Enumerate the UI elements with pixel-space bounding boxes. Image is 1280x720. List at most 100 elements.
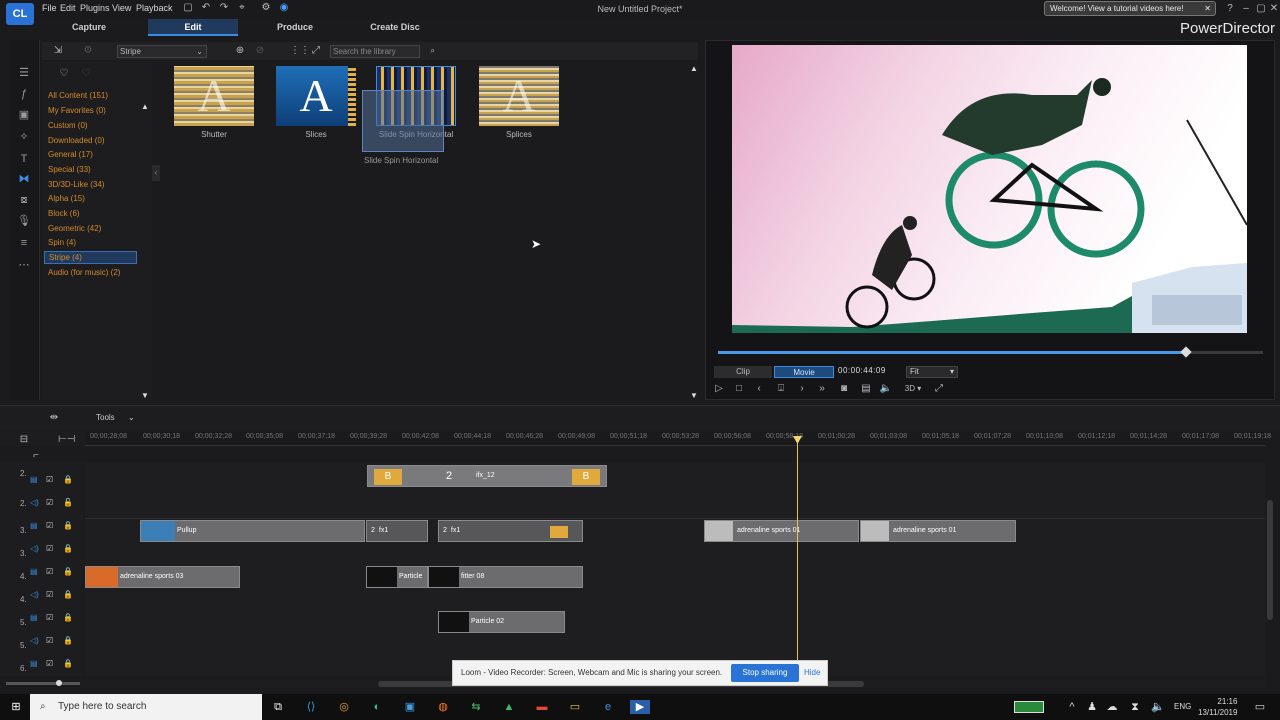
snapshot-icon[interactable]: ◙ [837, 383, 851, 395]
pip-room-icon[interactable]: ▣ [16, 108, 32, 122]
category-item[interactable]: 3D/3D-Like (34) [48, 180, 104, 189]
undock-icon[interactable]: ⤢ [932, 383, 946, 395]
onedrive-icon[interactable]: ☁ [1104, 700, 1120, 714]
taskbar-search-input[interactable]: ⌕ Type here to search [30, 694, 262, 720]
title-room-icon[interactable]: T [16, 152, 32, 166]
tree-app-icon[interactable]: ▲ [501, 700, 517, 714]
edge-beta-icon[interactable]: ◐ [369, 700, 385, 714]
language-indicator[interactable]: ENG [1174, 702, 1191, 711]
clip-mode-button[interactable]: Clip [714, 366, 772, 378]
windows-start-icon[interactable]: ⊞ [8, 700, 24, 714]
settings-gear-icon[interactable]: ⚙ [260, 2, 272, 14]
tab-edit[interactable]: Edit [148, 19, 238, 36]
marker-icon[interactable]: ⌐ [30, 450, 42, 462]
redo-icon[interactable]: ↷ [218, 2, 230, 14]
menu-edit[interactable]: Edit [60, 3, 76, 13]
timeline-clip-transition[interactable]: 2 fx1 [366, 520, 428, 542]
powerdirector-taskbar-icon[interactable]: ▶ [630, 700, 650, 714]
tab-produce[interactable]: Produce [250, 19, 340, 36]
split-icon[interactable]: ⍗ [774, 383, 788, 395]
task-view-icon[interactable]: ⧉ [270, 700, 286, 714]
transition-thumb-splices[interactable]: A [479, 66, 559, 126]
subtitle-room-icon[interactable]: ⋯ [16, 258, 32, 272]
menu-view[interactable]: View [112, 3, 131, 13]
category-item[interactable]: Spin (4) [48, 238, 76, 247]
fit-timeline-icon[interactable]: ⇹ [48, 412, 60, 424]
close-icon[interactable]: ✕ [1204, 2, 1211, 15]
tools-menu[interactable]: Tools ⌄ [96, 413, 135, 422]
menu-playback[interactable]: Playback [136, 3, 173, 13]
tab-create-disc[interactable]: Create Disc [350, 19, 440, 36]
category-item[interactable]: Special (33) [48, 165, 91, 174]
transition-thumb-shutter[interactable]: A [174, 66, 254, 126]
movie-mode-button[interactable]: Movie [774, 366, 834, 378]
scroll-down-icon[interactable]: ▼ [141, 391, 149, 400]
category-item[interactable]: Custom (0) [48, 121, 88, 130]
timeline-clip-particle-02[interactable]: Particle 02 [438, 611, 565, 633]
timeline-clip-fitter-08[interactable]: fitter 08 [428, 566, 583, 588]
category-item[interactable]: All Content (151) [48, 91, 108, 100]
search-icon[interactable]: ⌕ [431, 45, 435, 56]
zoom-slider[interactable] [6, 682, 80, 685]
category-item[interactable]: Downloaded (0) [48, 136, 104, 145]
volume-icon[interactable]: 🔈 [879, 383, 893, 395]
zoom-slider-handle[interactable] [56, 680, 62, 686]
window-close-icon[interactable]: ✕ [1268, 3, 1280, 15]
scroll-up-icon[interactable]: ▲ [690, 64, 698, 73]
volume-tray-icon[interactable]: 🔈 [1150, 700, 1166, 714]
transition-thumb-slices[interactable]: A [276, 66, 356, 126]
timeline-clip-adrenaline-sports-01[interactable]: adrenaline sports 01 [704, 520, 859, 542]
play-icon[interactable]: ▷ [712, 383, 726, 395]
category-dropdown[interactable]: Stripe ⌄ [117, 45, 207, 58]
category-item[interactable]: Geometric (42) [48, 224, 101, 233]
track-lock-icons[interactable]: 🔒 🔓 🔒 🔒 🔒 🔒 🔒 🔒 🔒 [63, 468, 73, 675]
category-item-selected[interactable]: Stripe (4) [44, 251, 137, 264]
file-explorer-icon[interactable]: ▭ [567, 700, 583, 714]
track-manager-icon[interactable]: ⊟ [18, 434, 30, 446]
system-clock[interactable]: 21:16 13/11/2019 [1198, 696, 1237, 718]
stereo-3d-toggle[interactable]: 3D ▾ [901, 383, 925, 395]
import-icon[interactable]: ⇲ [52, 45, 64, 57]
vscode-icon[interactable]: ⟨⟩ [303, 700, 319, 714]
clip-icon[interactable]: ⌖ [236, 2, 248, 14]
timeline-clip-adrenaline-sports-03[interactable]: adrenaline sports 03 [85, 566, 240, 588]
chapter-room-icon[interactable]: ≡ [16, 236, 32, 250]
maximize-icon[interactable]: ▢ [1255, 3, 1267, 15]
minimize-icon[interactable]: – [1240, 3, 1252, 15]
timeline-clip-transition[interactable]: 2 fx1 [438, 520, 583, 542]
timecode-display[interactable]: 00:00:44:09 [838, 366, 886, 375]
chevron-up-icon[interactable]: ^ [1064, 700, 1080, 714]
tab-capture[interactable]: Capture [44, 19, 134, 36]
resize-icon[interactable]: ⤢ [310, 45, 322, 57]
app-icon[interactable]: ▣ [402, 700, 418, 714]
stop-icon[interactable]: □ [732, 383, 746, 395]
timeline-clip-particle[interactable]: Particle [366, 566, 428, 588]
welcome-banner[interactable]: Welcome! View a tutorial videos here! ✕ [1044, 1, 1216, 16]
collapse-panel-icon[interactable]: ‹ [152, 165, 160, 181]
new-project-icon[interactable]: ▢ [182, 2, 194, 14]
add-favorite-icon[interactable]: ⊕ [234, 45, 246, 57]
account-icon[interactable]: ◉ [278, 2, 290, 14]
chrome-icon[interactable]: ◎ [336, 700, 352, 714]
fast-forward-icon[interactable]: » [815, 383, 829, 395]
favorite-icon[interactable]: ♡ [58, 68, 70, 80]
category-item[interactable]: Alpha (15) [48, 194, 85, 203]
edge-icon[interactable]: e [600, 700, 616, 714]
subtitle-icon[interactable]: ▤ [859, 383, 873, 395]
media-room-icon[interactable]: ☰ [16, 66, 32, 80]
scroll-down-icon[interactable]: ▼ [690, 391, 698, 400]
previous-frame-icon[interactable]: ‹ [752, 383, 766, 395]
timeline-fit-icon[interactable]: ⊢⊣ [58, 434, 75, 446]
transfer-icon[interactable]: ⇆ [468, 700, 484, 714]
timeline-clip-pullup[interactable]: Pullup [140, 520, 365, 542]
stop-sharing-button[interactable]: Stop sharing [731, 664, 799, 682]
next-frame-icon[interactable]: › [795, 383, 809, 395]
zoom-fit-dropdown[interactable]: Fit ▾ [906, 366, 958, 378]
firefox-icon[interactable]: ◍ [435, 700, 451, 714]
camera-indicator-icon[interactable] [1014, 701, 1044, 713]
people-icon[interactable]: ♟ [1084, 700, 1100, 714]
category-item[interactable]: Block (6) [48, 209, 80, 218]
playhead[interactable] [797, 436, 798, 686]
notifications-icon[interactable]: ▭ [1252, 700, 1268, 714]
undo-icon[interactable]: ↶ [200, 2, 212, 14]
